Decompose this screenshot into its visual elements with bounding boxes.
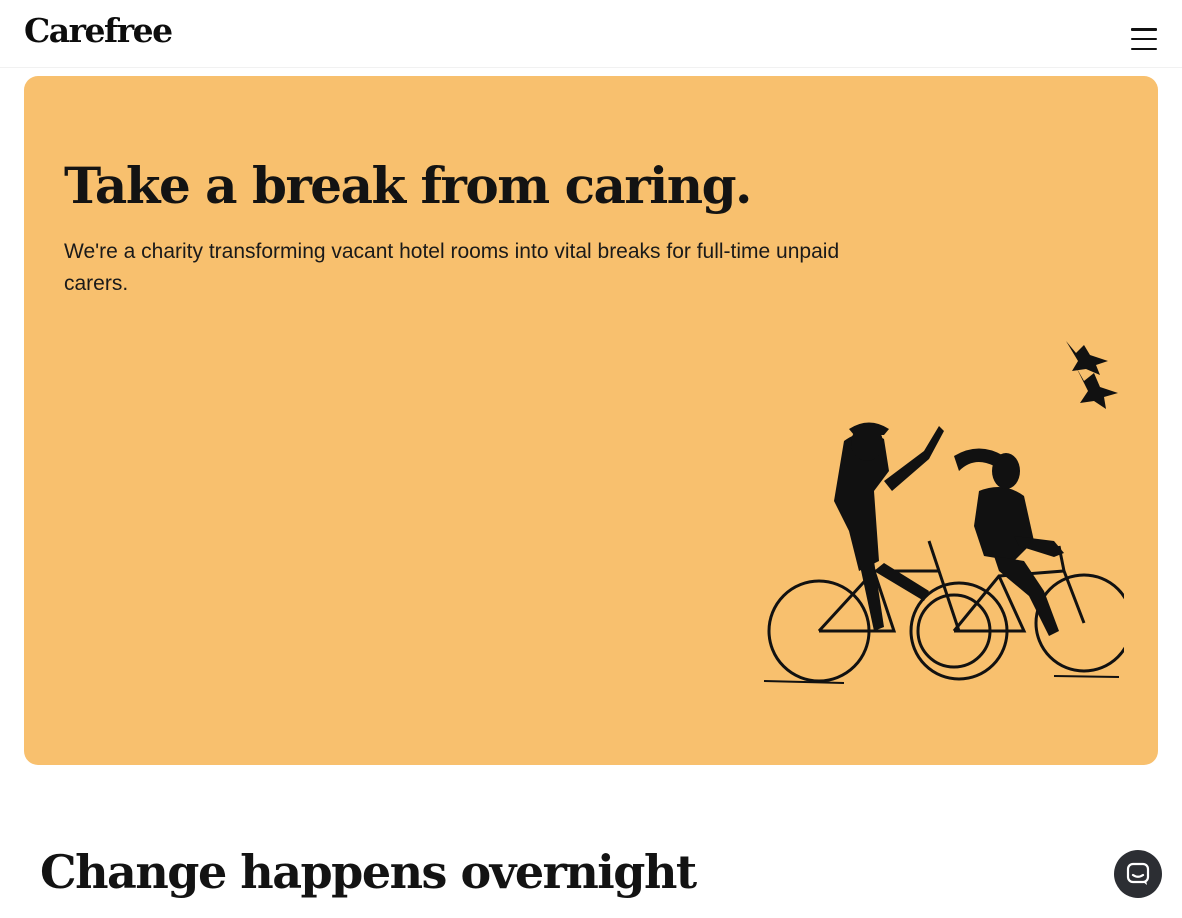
- site-header: Carefree: [0, 0, 1182, 68]
- menu-line: [1131, 37, 1157, 41]
- section-title: Change happens overnight: [40, 845, 697, 899]
- hero-banner: Take a break from caring. We're a charit…: [24, 76, 1158, 765]
- hero-subtitle: We're a charity transforming vacant hote…: [64, 240, 840, 295]
- logo[interactable]: Carefree: [24, 14, 173, 47]
- chat-icon[interactable]: [1114, 850, 1162, 898]
- menu-line: [1131, 28, 1157, 31]
- hamburger-menu-icon[interactable]: [1126, 24, 1162, 54]
- menu-line: [1131, 47, 1157, 50]
- chat-bubble-icon: [1126, 862, 1150, 885]
- bird-icon: [1066, 341, 1108, 375]
- cyclists-illustration: [763, 341, 1124, 684]
- hero-title: Take a break from caring.: [64, 156, 752, 215]
